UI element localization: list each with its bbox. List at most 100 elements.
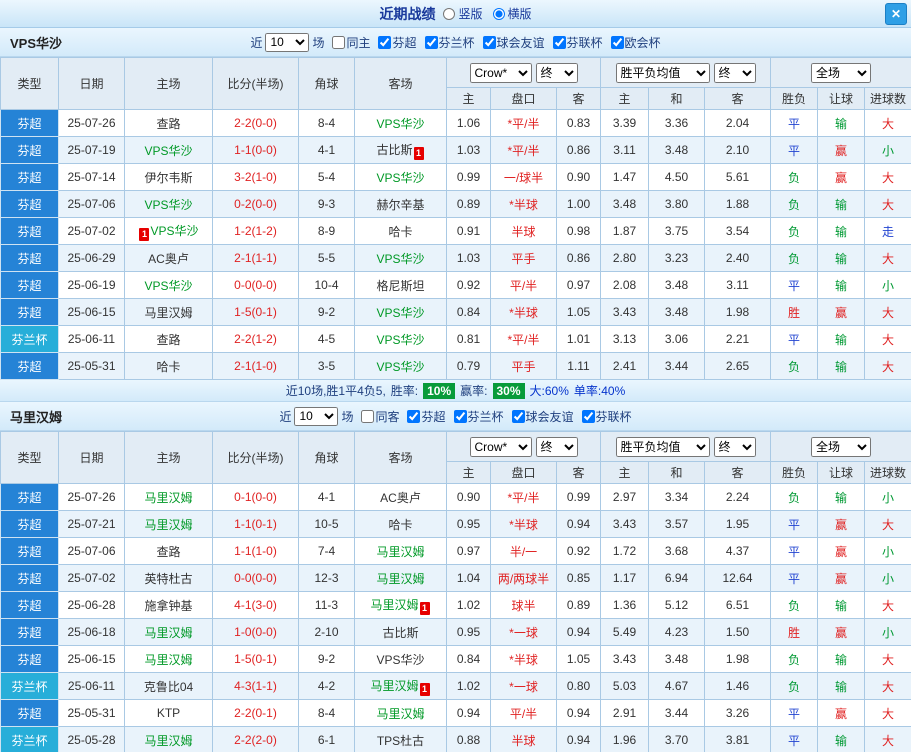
column-subheader: 和 bbox=[648, 461, 706, 484]
column-subheader: 客 bbox=[555, 87, 602, 110]
competition-cell: 芬超 bbox=[0, 645, 59, 673]
odds-company-select[interactable]: Crow* bbox=[469, 62, 532, 83]
score-cell: 1-0(0-0) bbox=[212, 618, 299, 646]
competition-filter-checkbox[interactable] bbox=[482, 35, 496, 49]
match-row: 芬超 25-07-14 伊尔韦斯 3-2(1-0) 5-4 VPS华沙 0.99 一/球半 0.… bbox=[0, 163, 911, 191]
competition-filter-checkbox[interactable] bbox=[424, 35, 438, 49]
match-row: 芬超 25-05-31 哈卡 2-1(1-0) 3-5 VPS华沙 0.79 平手 1.11 2.… bbox=[0, 352, 911, 380]
goals-result-cell: 小 bbox=[864, 136, 911, 164]
match-count-select[interactable]: 10 bbox=[265, 32, 310, 52]
filter-games-label: 场 bbox=[341, 409, 354, 424]
column-subheader: 主 bbox=[446, 87, 491, 110]
avg-draw-cell: 3.44 bbox=[648, 352, 706, 380]
team-name-text: AC奥卢 bbox=[380, 490, 421, 505]
avg-draw-cell: 3.70 bbox=[648, 726, 706, 752]
team-name-text: VPS华沙 bbox=[144, 143, 193, 158]
table-header-row: 类型 日期 主场 比分(半场) 角球 客场 Crow* 终胜平负均值终全场 bbox=[0, 57, 911, 110]
avg-draw-cell: 4.67 bbox=[648, 672, 706, 700]
avg-draw-cell: 3.75 bbox=[648, 217, 706, 245]
handicap-result-cell: 赢 bbox=[817, 298, 866, 326]
layout-radio-input[interactable] bbox=[443, 7, 456, 20]
date-cell: 25-07-19 bbox=[58, 136, 125, 164]
team-name-text: 马里汉姆 bbox=[144, 733, 193, 748]
avg-draw-cell: 3.48 bbox=[648, 271, 706, 299]
big-rate-text: 大:60% bbox=[529, 384, 569, 398]
competition-filter-checkbox[interactable] bbox=[552, 35, 566, 49]
competition-filter-checkbox[interactable] bbox=[610, 35, 624, 49]
away-odds-cell: 0.86 bbox=[555, 244, 602, 272]
handicap-result-cell: 输 bbox=[817, 190, 866, 218]
team-name-text: 马里汉姆 bbox=[144, 652, 193, 667]
home-team-cell: 马里汉姆 bbox=[124, 483, 213, 511]
competition-filter-checkbox[interactable] bbox=[407, 409, 421, 423]
match-count-select[interactable]: 10 bbox=[294, 406, 339, 426]
single-rate-text: 单率:40% bbox=[573, 384, 626, 398]
corners-cell: 11-3 bbox=[298, 591, 355, 619]
avg-select[interactable]: 胜平负均值 bbox=[615, 62, 710, 83]
competition-filter[interactable]: 同客 bbox=[361, 408, 399, 425]
goals-result-cell: 大 bbox=[864, 298, 911, 326]
competition-filter[interactable]: 芬超 bbox=[407, 408, 446, 425]
competition-filter-checkbox[interactable] bbox=[332, 35, 346, 49]
result-cell: 平 bbox=[770, 726, 819, 752]
match-row: 芬超 25-07-02 英特杜古 0-0(0-0) 12-3 马里汉姆 1.04 两/两球半 0… bbox=[0, 564, 911, 592]
odds-company-select[interactable]: Crow* bbox=[469, 436, 532, 457]
competition-filter[interactable]: 欧会杯 bbox=[610, 34, 661, 51]
competition-filter[interactable]: 同主 bbox=[332, 34, 370, 51]
close-button[interactable]: ✕ bbox=[885, 3, 907, 25]
goals-result-cell: 小 bbox=[864, 618, 911, 646]
competition-filter[interactable]: 球会友谊 bbox=[511, 408, 574, 425]
scope-select[interactable]: 全场 bbox=[811, 62, 872, 83]
competition-filter[interactable]: 球会友谊 bbox=[482, 34, 545, 51]
odds-final-select[interactable]: 终 bbox=[535, 62, 578, 83]
avg-lose-cell: 2.21 bbox=[704, 325, 772, 353]
team-name-text: 查路 bbox=[156, 332, 181, 347]
odds-header-group: Crow* 终 bbox=[445, 57, 602, 88]
matches-table: 类型 日期 主场 比分(半场) 角球 客场 Crow* 终胜平负均值终全场主盘口客主和客胜负让… bbox=[0, 431, 911, 752]
competition-filter[interactable]: 芬超 bbox=[378, 34, 417, 51]
goals-result-cell: 大 bbox=[864, 591, 911, 619]
competition-cell: 芬超 bbox=[0, 591, 59, 619]
filter-bar: 近 10 场 同主 芬超 芬兰杯 球会友谊 芬联杯 欧会杯 bbox=[0, 32, 911, 52]
away-team-cell: 古比斯 bbox=[354, 618, 447, 646]
scope-select[interactable]: 全场 bbox=[811, 436, 872, 457]
avg-win-cell: 1.87 bbox=[600, 217, 650, 245]
score-cell: 1-1(1-0) bbox=[212, 537, 299, 565]
avg-draw-cell: 3.80 bbox=[648, 190, 706, 218]
summary-record: 近10场,胜1平4负5, bbox=[285, 384, 386, 398]
home-odds-cell: 0.95 bbox=[446, 510, 491, 538]
avg-lose-cell: 2.10 bbox=[704, 136, 772, 164]
avg-final-select[interactable]: 终 bbox=[713, 62, 756, 83]
handicap-result-cell: 输 bbox=[817, 591, 866, 619]
away-odds-cell: 0.94 bbox=[555, 618, 602, 646]
date-cell: 25-06-15 bbox=[58, 645, 125, 673]
competition-filter[interactable]: 芬兰杯 bbox=[453, 408, 504, 425]
layout-radio-vertical[interactable]: 竖版 bbox=[443, 5, 483, 22]
avg-win-cell: 1.72 bbox=[600, 537, 650, 565]
goals-result-cell: 走 bbox=[864, 217, 911, 245]
corners-cell: 4-2 bbox=[298, 672, 355, 700]
team-name-text: 马里汉姆 bbox=[144, 625, 193, 640]
odds-final-select[interactable]: 终 bbox=[535, 436, 578, 457]
avg-final-select[interactable]: 终 bbox=[713, 436, 756, 457]
home-team-cell: 马里汉姆 bbox=[124, 510, 213, 538]
competition-filter-checkbox[interactable] bbox=[581, 409, 595, 423]
match-row: 芬超 25-07-19 VPS华沙 1-1(0-0) 4-1 古比斯 1 1.03 *平/半 0.… bbox=[0, 136, 911, 164]
competition-filter-checkbox[interactable] bbox=[361, 409, 375, 423]
competition-filter-checkbox[interactable] bbox=[378, 35, 392, 49]
competition-filter[interactable]: 芬联杯 bbox=[552, 34, 603, 51]
avg-lose-cell: 5.61 bbox=[704, 163, 772, 191]
avg-lose-cell: 3.11 bbox=[704, 271, 772, 299]
competition-filter[interactable]: 芬兰杯 bbox=[424, 34, 475, 51]
handicap-result-cell: 赢 bbox=[817, 163, 866, 191]
layout-radio-input[interactable] bbox=[492, 7, 505, 20]
section-header-bar: 马里汉姆 近 10 场 同客 芬超 芬兰杯 球会友谊 芬联杯 bbox=[0, 402, 911, 431]
competition-filter-checkbox[interactable] bbox=[453, 409, 467, 423]
competition-filter[interactable]: 芬联杯 bbox=[581, 408, 632, 425]
away-team-cell: 马里汉姆 bbox=[354, 564, 447, 592]
team-name-text: VPS华沙 bbox=[376, 305, 425, 320]
competition-filter-checkbox[interactable] bbox=[511, 409, 525, 423]
layout-radio-horizontal[interactable]: 横版 bbox=[492, 5, 532, 22]
avg-select[interactable]: 胜平负均值 bbox=[615, 436, 710, 457]
away-odds-cell: 0.86 bbox=[555, 136, 602, 164]
